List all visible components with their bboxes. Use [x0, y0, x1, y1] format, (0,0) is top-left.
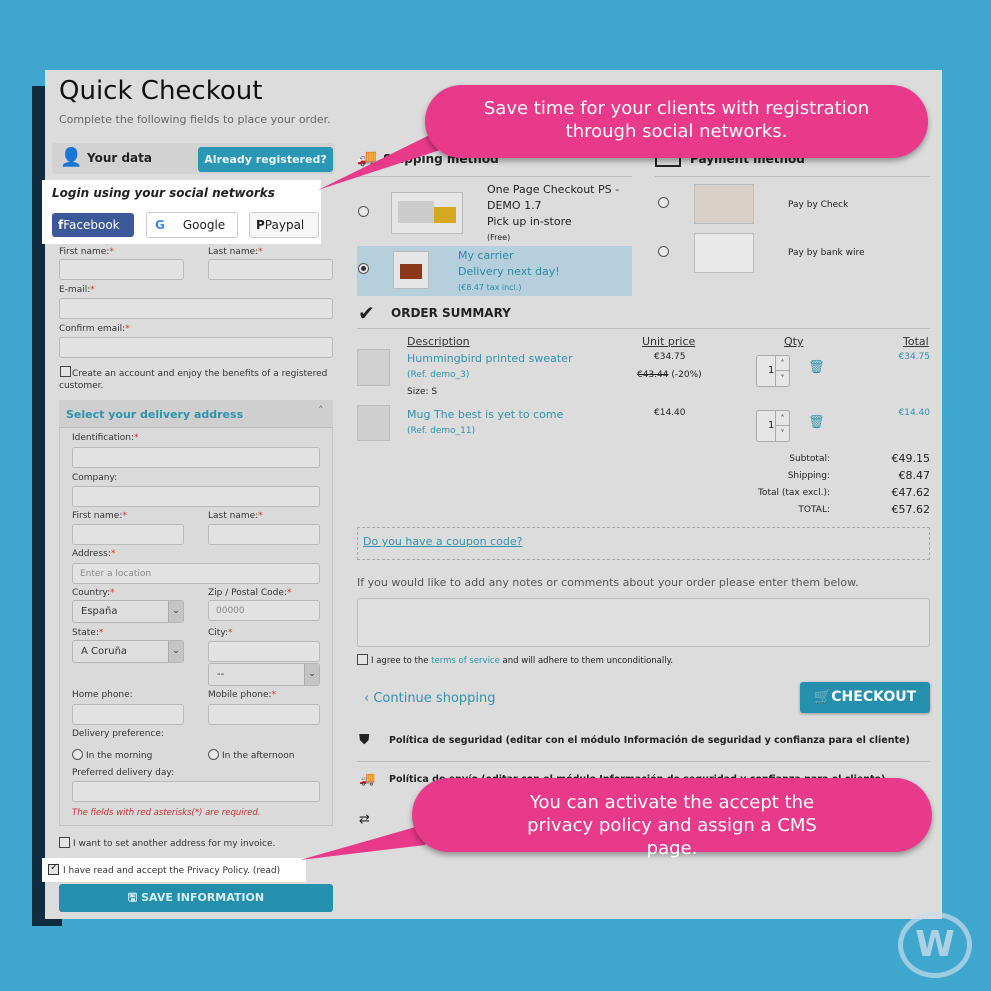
watermark-logo: W	[898, 912, 972, 978]
callout-privacy: You can activate the accept the privacy …	[412, 778, 932, 859]
callout-social: Save time for your clients with registra…	[425, 85, 928, 158]
